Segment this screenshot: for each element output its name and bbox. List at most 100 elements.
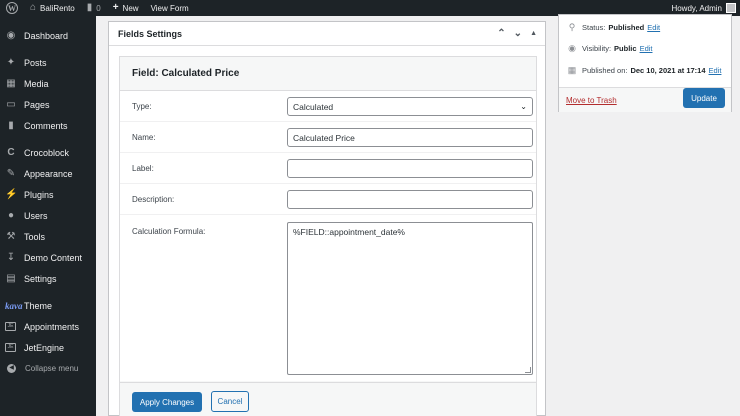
sidebar-item-comments[interactable]: ▮ Comments: [0, 115, 96, 136]
name-label: Name:: [132, 133, 156, 142]
edit-visibility-link[interactable]: Edit: [640, 44, 653, 53]
sidebar-item-label: Pages: [24, 99, 50, 110]
status-label: Status:: [582, 23, 606, 32]
name-input[interactable]: Calculated Price: [287, 128, 533, 147]
sidebar-item-label: Demo Content: [24, 252, 83, 263]
pin-icon: ✦: [6, 57, 16, 68]
collapse-icon: ◀: [7, 364, 16, 373]
sidebar-item-theme[interactable]: kava Theme: [0, 295, 96, 316]
sidebar-item-posts[interactable]: ✦ Posts: [0, 52, 96, 73]
status-value: Published: [608, 23, 645, 32]
label-input[interactable]: [287, 159, 533, 178]
sidebar-item-label: Media: [24, 78, 49, 89]
collapse-menu-button[interactable]: ◀ Collapse menu: [0, 358, 96, 379]
user-icon: ●: [7, 210, 15, 221]
formula-textarea[interactable]: %FIELD::appointment_date%: [287, 222, 533, 375]
move-to-trash-link[interactable]: Move to Trash: [566, 96, 617, 105]
view-form-label: View Form: [150, 3, 189, 13]
sidebar-item-media[interactable]: ▦ Media: [0, 73, 96, 94]
comments-link[interactable]: ▮ 0: [81, 0, 107, 16]
toggle-arrow-icon[interactable]: ▲: [530, 30, 537, 37]
media-icon: ▦: [6, 78, 16, 89]
type-label: Type:: [132, 102, 152, 111]
sidebar-item-appointments[interactable]: JE Appointments: [0, 316, 96, 337]
field-title: Field: Calculated Price: [120, 57, 536, 91]
sidebar-item-appearance[interactable]: ✎ Appearance: [0, 163, 96, 184]
description-label: Description:: [132, 195, 175, 204]
edit-status-link[interactable]: Edit: [647, 23, 660, 32]
wrench-icon: ⚒: [6, 231, 16, 242]
pages-icon: ▭: [6, 99, 16, 110]
plus-icon: +: [112, 2, 119, 13]
settings-icon: ▤: [6, 273, 16, 284]
brush-icon: ✎: [6, 168, 16, 179]
download-icon: ↧: [6, 252, 16, 263]
wordpress-icon: W: [6, 2, 18, 14]
sidebar-item-label: Dashboard: [24, 30, 69, 41]
published-row: ▦ Published on: Dec 10, 2021 at 17:14 Ed…: [567, 65, 722, 76]
formula-value: %FIELD::appointment_date%: [293, 227, 405, 237]
account-menu[interactable]: Howdy, Admin: [671, 3, 740, 13]
type-row: Type: Calculated ⌄: [120, 91, 536, 122]
apply-changes-button[interactable]: Apply Changes: [132, 392, 202, 412]
site-name-link[interactable]: ⌂ BaliRento: [24, 0, 81, 16]
greeting: Howdy, Admin: [671, 3, 722, 13]
sidebar-item-dashboard[interactable]: ◉ Dashboard: [0, 25, 96, 46]
sidebar-item-demo-content[interactable]: ↧ Demo Content: [0, 247, 96, 268]
collapse-label: Collapse menu: [25, 364, 79, 373]
chevron-up-icon[interactable]: ⌃: [497, 28, 505, 39]
avatar: [726, 3, 736, 13]
crocoblock-icon: C: [7, 147, 15, 158]
field-form: Type: Calculated ⌄ Name: Calculated Pric…: [120, 91, 536, 381]
publish-box: ⚲ Status: Published Edit ◉ Visibility: P…: [558, 14, 732, 112]
status-row: ⚲ Status: Published Edit: [567, 22, 660, 33]
sidebar-item-label: Appearance: [24, 168, 73, 179]
resize-handle-icon[interactable]: [525, 367, 531, 373]
fields-settings-panel: Fields Settings ⌃ ⌄ ▲ Field: Calculated …: [108, 21, 546, 416]
panel-header: Fields Settings ⌃ ⌄ ▲: [109, 22, 545, 46]
sidebar-item-settings[interactable]: ▤ Settings: [0, 268, 96, 289]
sidebar-item-label: Plugins: [24, 189, 54, 200]
jet-box-icon: JE: [5, 343, 16, 352]
update-button[interactable]: Update: [683, 88, 725, 108]
sidebar-item-crocoblock[interactable]: C Crocoblock: [0, 142, 96, 163]
published-label: Published on:: [582, 66, 628, 75]
chevron-down-icon[interactable]: ⌄: [514, 28, 522, 39]
sidebar-item-users[interactable]: ● Users: [0, 205, 96, 226]
calendar-icon: ▦: [567, 65, 577, 75]
dashboard-icon: ◉: [6, 30, 16, 41]
cancel-button[interactable]: Cancel: [211, 391, 249, 412]
comment-bubble-icon: ▮: [86, 2, 93, 13]
label-label: Label:: [132, 164, 154, 173]
sidebar-item-label: JetEngine: [24, 342, 65, 353]
description-input[interactable]: [287, 190, 533, 209]
sidebar-item-label: Settings: [24, 273, 57, 284]
new-content-link[interactable]: + New: [107, 0, 145, 16]
chevron-down-icon: ⌄: [520, 102, 527, 111]
wordpress-logo-button[interactable]: W: [0, 0, 24, 16]
edit-date-link[interactable]: Edit: [709, 66, 722, 75]
sidebar-item-pages[interactable]: ▭ Pages: [0, 94, 96, 115]
published-value: Dec 10, 2021 at 17:14: [630, 66, 706, 75]
site-name: BaliRento: [40, 3, 75, 13]
sidebar-item-label: Posts: [24, 57, 47, 68]
sidebar-item-label: Crocoblock: [24, 147, 70, 158]
formula-label: Calculation Formula:: [132, 227, 206, 236]
home-icon: ⌂: [30, 2, 37, 13]
pin-icon: ⚲: [568, 22, 576, 32]
description-row: Description:: [120, 184, 536, 215]
sidebar-item-tools[interactable]: ⚒ Tools: [0, 226, 96, 247]
sidebar-item-label: Theme: [24, 300, 53, 311]
panel-title: Fields Settings: [118, 28, 183, 39]
kava-logo-icon: kava: [5, 300, 23, 311]
visibility-value: Public: [614, 44, 637, 53]
visibility-row: ◉ Visibility: Public Edit: [567, 43, 653, 54]
type-select-value: Calculated: [293, 101, 334, 112]
sidebar-item-jetengine[interactable]: JE JetEngine: [0, 337, 96, 358]
sidebar-item-plugins[interactable]: ⚡ Plugins: [0, 184, 96, 205]
field-editor: Field: Calculated Price Type: Calculated…: [119, 56, 537, 416]
eye-icon: ◉: [568, 43, 576, 53]
name-input-value: Calculated Price: [293, 132, 355, 143]
type-select[interactable]: Calculated ⌄: [287, 97, 533, 116]
view-form-link[interactable]: View Form: [145, 0, 195, 16]
